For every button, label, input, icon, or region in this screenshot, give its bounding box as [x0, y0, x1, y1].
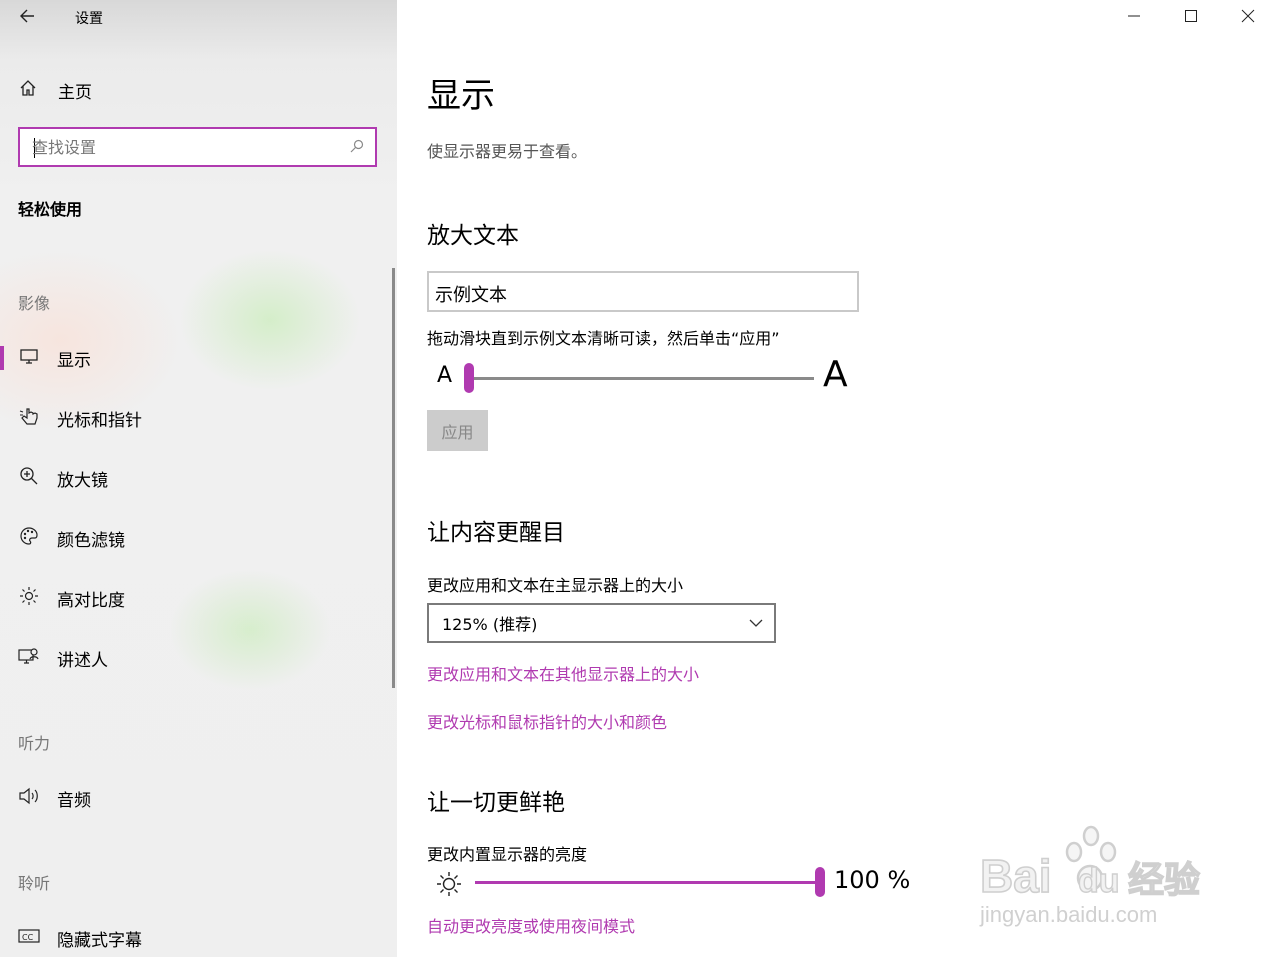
- brightness-label: 更改内置显示器的亮度: [427, 845, 588, 864]
- scale-label: 更改应用和文本在主显示器上的大小: [427, 576, 684, 595]
- sidebar: 设置 主页 轻松使用 影像 显示 光标和指针 放大镜: [0, 0, 397, 957]
- selection-indicator: [0, 346, 4, 370]
- brightness-value: 100 %: [834, 866, 911, 894]
- palette-icon: [18, 526, 40, 551]
- sidebar-item-cursor[interactable]: 光标和指针: [0, 398, 390, 438]
- search-icon[interactable]: [349, 138, 365, 158]
- category-title: 轻松使用: [18, 200, 83, 219]
- svg-text:Bai: Bai: [980, 850, 1052, 902]
- small-a-label: A: [437, 363, 453, 388]
- sidebar-scrollbar[interactable]: [392, 268, 395, 688]
- search-input[interactable]: [32, 136, 332, 158]
- section-heading-bigger: 让内容更醒目: [427, 520, 565, 546]
- monitor-icon: [18, 347, 40, 370]
- brightness-slider-thumb[interactable]: [815, 867, 825, 897]
- narrator-icon: [18, 646, 40, 671]
- page-description: 使显示器更易于查看。: [427, 142, 588, 161]
- group-title-vision: 影像: [18, 294, 51, 313]
- enlarge-text-hint: 拖动滑块直到示例文本清晰可读，然后单击“应用”: [427, 329, 780, 348]
- main-content: 显示 使显示器更易于查看。 放大文本 示例文本 拖动滑块直到示例文本清晰可读，然…: [427, 0, 1267, 957]
- sidebar-item-label: 音频: [57, 790, 91, 811]
- sidebar-item-label: 隐藏式字幕: [57, 930, 142, 951]
- svg-text:经验: 经验: [1128, 860, 1200, 901]
- cc-icon: CC: [18, 927, 40, 950]
- sidebar-item-label: 高对比度: [57, 590, 125, 611]
- sidebar-item-color-filters[interactable]: 颜色滤镜: [0, 518, 390, 558]
- sidebar-item-magnifier[interactable]: 放大镜: [0, 458, 390, 498]
- sidebar-item-audio[interactable]: 音频: [0, 778, 390, 818]
- search-box[interactable]: [18, 127, 377, 167]
- sidebar-item-label: 显示: [57, 350, 91, 371]
- sidebar-item-home-label: 主页: [58, 83, 92, 103]
- sidebar-item-home[interactable]: 主页: [18, 78, 92, 103]
- sidebar-item-label: 放大镜: [57, 470, 108, 491]
- sidebar-item-display[interactable]: 显示: [0, 338, 390, 378]
- sidebar-item-high-contrast[interactable]: 高对比度: [0, 578, 390, 618]
- section-heading-enlarge-text: 放大文本: [427, 223, 519, 249]
- baidu-watermark-logo: Bai du 经验 jingyan.baidu.com: [979, 825, 1201, 927]
- sidebar-item-closed-captions[interactable]: CC 隐藏式字幕: [0, 918, 390, 957]
- scale-dropdown-value: 125% (推荐): [442, 615, 538, 634]
- brightness-sun-icon: [435, 870, 463, 904]
- link-other-displays[interactable]: 更改应用和文本在其他显示器上的大小: [427, 661, 699, 685]
- sample-text-box: 示例文本: [427, 271, 859, 312]
- scale-dropdown[interactable]: 125% (推荐): [427, 603, 776, 643]
- home-icon: [18, 78, 40, 103]
- group-title-hearing: 听力: [18, 734, 51, 753]
- text-size-slider-thumb[interactable]: [464, 363, 474, 393]
- sidebar-item-label: 讲述人: [57, 650, 108, 671]
- app-title: 设置: [75, 11, 103, 27]
- text-size-slider-track[interactable]: [465, 377, 814, 380]
- link-cursor-size[interactable]: 更改光标和鼠标指针的大小和颜色: [427, 709, 667, 733]
- pointer-icon: [18, 405, 40, 432]
- page-title: 显示: [427, 76, 495, 116]
- magnifier-icon: [18, 466, 40, 491]
- svg-text:CC: CC: [22, 933, 34, 942]
- speaker-icon: [18, 786, 40, 811]
- sidebar-item-narrator[interactable]: 讲述人: [0, 638, 390, 678]
- section-heading-brighter: 让一切更鲜艳: [427, 790, 565, 816]
- chevron-down-icon: [748, 612, 764, 638]
- large-a-label: A: [823, 354, 848, 395]
- back-arrow-icon[interactable]: [18, 6, 38, 26]
- svg-text:jingyan.baidu.com: jingyan.baidu.com: [979, 902, 1157, 927]
- group-title-listening: 聆听: [18, 874, 51, 893]
- link-night-light[interactable]: 自动更改亮度或使用夜间模式: [427, 913, 635, 937]
- svg-text:du: du: [1078, 862, 1120, 900]
- apply-button[interactable]: 应用: [427, 410, 488, 451]
- sidebar-item-label: 光标和指针: [57, 410, 142, 431]
- brightness-slider-track[interactable]: [475, 881, 821, 884]
- sidebar-item-label: 颜色滤镜: [57, 530, 125, 551]
- contrast-sun-icon: [18, 586, 40, 611]
